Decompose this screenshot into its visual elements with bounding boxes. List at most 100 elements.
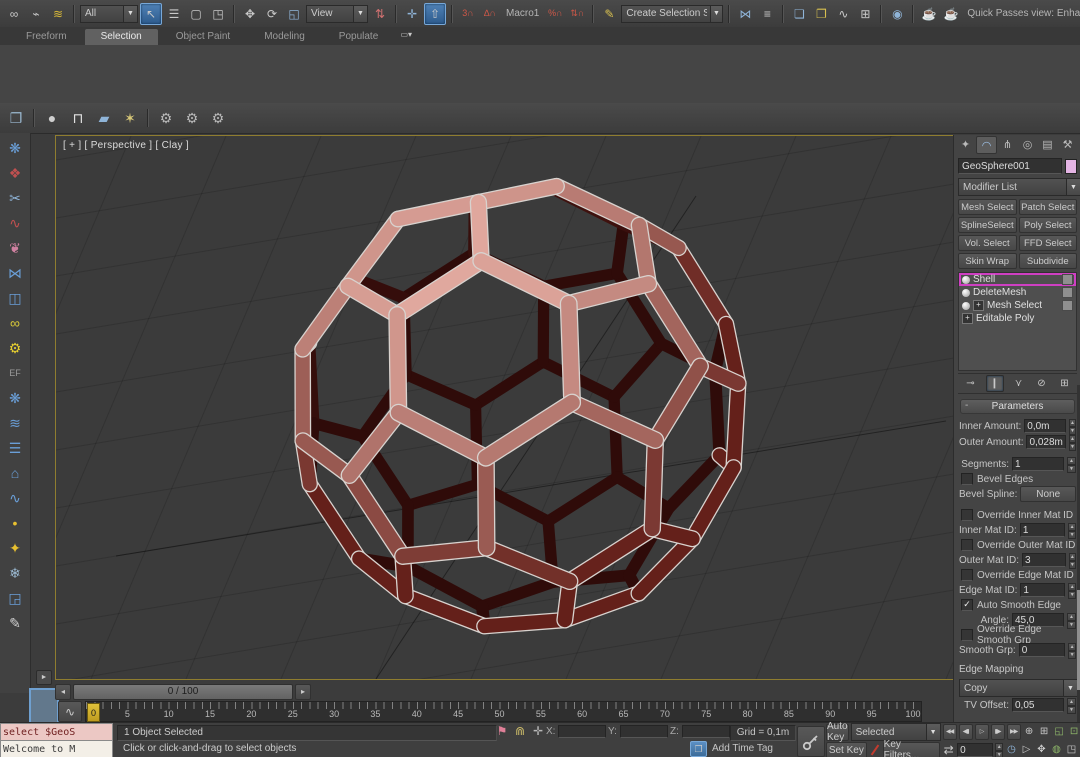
- field-segments[interactable]: 1: [1012, 457, 1064, 471]
- zoom-extents-icon[interactable]: ◱: [1053, 725, 1066, 740]
- keyboard-shortcut-override-icon[interactable]: ⇧: [424, 3, 446, 25]
- viewport-layout-icon[interactable]: ❐: [4, 106, 28, 130]
- ribbon-tab-selection[interactable]: Selection: [85, 29, 158, 45]
- expand-tray-button[interactable]: ►: [36, 670, 52, 685]
- eraser-icon[interactable]: ▰: [92, 106, 116, 130]
- visibility-bulb-icon[interactable]: [962, 276, 970, 284]
- stack-item-editable-poly[interactable]: +Editable Poly: [959, 312, 1076, 325]
- remove-modifier-icon[interactable]: ⊘: [1034, 376, 1050, 391]
- scissors-tool-icon[interactable]: ✂: [3, 186, 27, 210]
- stack-toggle-square[interactable]: [1062, 287, 1073, 298]
- pencil-tool-icon[interactable]: ✎: [3, 611, 27, 635]
- set-keys-button[interactable]: [797, 726, 825, 757]
- checkbox-override-edge-mat-id[interactable]: [961, 569, 973, 581]
- gem-tool-icon[interactable]: ❖: [3, 161, 27, 185]
- snaps-toggle-3d-icon[interactable]: 3∩: [458, 4, 478, 24]
- absolute-mode-icon[interactable]: ✛: [531, 724, 545, 738]
- parameters-rollout-header[interactable]: - Parameters: [960, 399, 1075, 414]
- open-mini-curve-editor-button[interactable]: ∿: [58, 701, 82, 722]
- coil-tool-icon[interactable]: ≋: [3, 411, 27, 435]
- spinner-arrows[interactable]: ▲▼: [995, 743, 1003, 757]
- pushpin-icon[interactable]: ⚑: [495, 724, 509, 738]
- modifier-list-dropdown[interactable]: Modifier List ▼: [958, 178, 1080, 196]
- spinner-arrows[interactable]: ▲▼: [1068, 643, 1076, 657]
- stack-item-deletemesh[interactable]: DeleteMesh: [959, 286, 1076, 299]
- modifier-button-skin-wrap[interactable]: Skin Wrap: [958, 253, 1017, 269]
- modify-tab[interactable]: ◠: [976, 136, 997, 154]
- modifier-button-vol--select[interactable]: Vol. Select: [958, 235, 1017, 251]
- use-pivot-point-icon[interactable]: ⇅: [370, 4, 390, 24]
- modifier-button-splineselect[interactable]: SplineSelect: [958, 217, 1017, 233]
- select-and-rotate-icon[interactable]: ⟳: [262, 4, 282, 24]
- render-setup-icon[interactable]: ☕: [919, 4, 939, 24]
- material-editor-icon[interactable]: ◉: [887, 4, 907, 24]
- field-tvoffset[interactable]: 0,05: [1012, 698, 1064, 712]
- visibility-bulb-icon[interactable]: [962, 289, 970, 297]
- cache-play-icon[interactable]: ⚙: [180, 106, 204, 130]
- modifier-button-poly-select[interactable]: Poly Select: [1019, 217, 1078, 233]
- object-color-swatch[interactable]: [1065, 159, 1077, 174]
- bind-to-space-warp-icon[interactable]: ≋: [48, 4, 68, 24]
- checkbox-override-inner-mat-id[interactable]: [961, 509, 973, 521]
- modifier-button-patch-select[interactable]: Patch Select: [1019, 199, 1078, 215]
- spinner-arrows[interactable]: ▲▼: [1069, 435, 1076, 449]
- adaptive-degradation-icon[interactable]: ❐: [690, 741, 707, 757]
- percent-snap-icon[interactable]: %∩: [545, 4, 565, 24]
- zoom-all-icon[interactable]: ⊞: [1038, 725, 1051, 740]
- trackbar-left-arrow[interactable]: ◂: [55, 684, 71, 700]
- object-name-field[interactable]: [958, 158, 1062, 174]
- zoom-extents-all-icon[interactable]: ⊡: [1068, 725, 1080, 740]
- add-time-tag[interactable]: Add Time Tag: [712, 743, 773, 754]
- unlink-selection-icon[interactable]: ⌁: [26, 4, 46, 24]
- maxscript-listener-line1[interactable]: select $GeoS: [0, 723, 113, 741]
- cube-tool-icon[interactable]: ◫: [3, 286, 27, 310]
- bevel-spline-button[interactable]: None: [1020, 486, 1076, 502]
- go-to-end-icon[interactable]: ▶▶: [1007, 724, 1021, 740]
- sphere-brush-icon[interactable]: ●: [40, 106, 64, 130]
- modifier-button-ffd-select[interactable]: FFD Select: [1019, 235, 1078, 251]
- rectangular-selection-region-icon[interactable]: ▢: [186, 4, 206, 24]
- select-and-manipulate-icon[interactable]: ✛: [402, 4, 422, 24]
- spinner-arrows[interactable]: ▲▼: [1067, 457, 1076, 471]
- coord-y-field[interactable]: [620, 725, 668, 738]
- edit-named-selection-sets-icon[interactable]: ✎: [599, 4, 619, 24]
- field-outeramount[interactable]: 0,028m: [1026, 435, 1066, 449]
- layer-manager-icon[interactable]: ❏: [789, 4, 809, 24]
- configure-modifier-sets-icon[interactable]: ⊞: [1057, 376, 1073, 391]
- motion-tab[interactable]: ◎: [1018, 136, 1037, 152]
- modifier-button-subdivide[interactable]: Subdivide: [1019, 253, 1078, 269]
- curve-editor-icon[interactable]: ∿: [833, 4, 853, 24]
- stack-item-shell[interactable]: Shell: [959, 273, 1076, 286]
- key-filters-button[interactable]: Key Filters...: [883, 742, 940, 757]
- wave-tool-icon[interactable]: ∿: [3, 486, 27, 510]
- mirror-icon[interactable]: ⋈: [735, 4, 755, 24]
- select-and-link-icon[interactable]: ∞: [4, 4, 24, 24]
- zigzag-tool-icon[interactable]: ∿: [3, 211, 27, 235]
- spinner-arrows[interactable]: ▲▼: [1068, 523, 1076, 537]
- reference-coordinate-system-dropdown[interactable]: View▼: [306, 5, 368, 23]
- spinner-arrows[interactable]: ▲▼: [1069, 419, 1076, 433]
- ribbon-tab-object-paint[interactable]: Object Paint: [160, 29, 246, 45]
- create-selection-set-dropdown[interactable]: Create Selection Se▼: [621, 5, 723, 23]
- hierarchy-tab[interactable]: ⋔: [998, 136, 1017, 152]
- stack-toggle-square[interactable]: [1062, 274, 1073, 285]
- zoom-icon[interactable]: ⊕: [1023, 725, 1036, 740]
- pin-stack-icon[interactable]: ⊸: [963, 376, 979, 391]
- field-of-view-icon[interactable]: ▷: [1020, 743, 1033, 757]
- coord-z-field[interactable]: [682, 725, 730, 738]
- coord-x-field[interactable]: [558, 725, 606, 738]
- checkbox-auto-smooth-edge[interactable]: ✓: [961, 599, 973, 611]
- field-smoothgrp[interactable]: 0: [1019, 643, 1065, 657]
- select-object-button[interactable]: ↖: [140, 3, 162, 25]
- checkbox-override-edge-smooth-grp[interactable]: [961, 629, 973, 641]
- field-innermatid[interactable]: 1: [1020, 523, 1065, 537]
- create-tab[interactable]: ✦: [956, 136, 975, 152]
- set-key-button[interactable]: Set Key: [826, 742, 867, 757]
- ribbon-tab-populate[interactable]: Populate: [323, 29, 394, 45]
- field-inneramount[interactable]: 0,0m: [1024, 419, 1066, 433]
- orbit-icon[interactable]: ◍: [1050, 743, 1063, 757]
- field-edgematid[interactable]: 1: [1020, 583, 1065, 597]
- grass-tool-icon[interactable]: ❋: [3, 136, 27, 160]
- trackbar-right-arrow[interactable]: ▸: [295, 684, 311, 700]
- spinner-snap-icon[interactable]: ⇅∩: [567, 4, 587, 24]
